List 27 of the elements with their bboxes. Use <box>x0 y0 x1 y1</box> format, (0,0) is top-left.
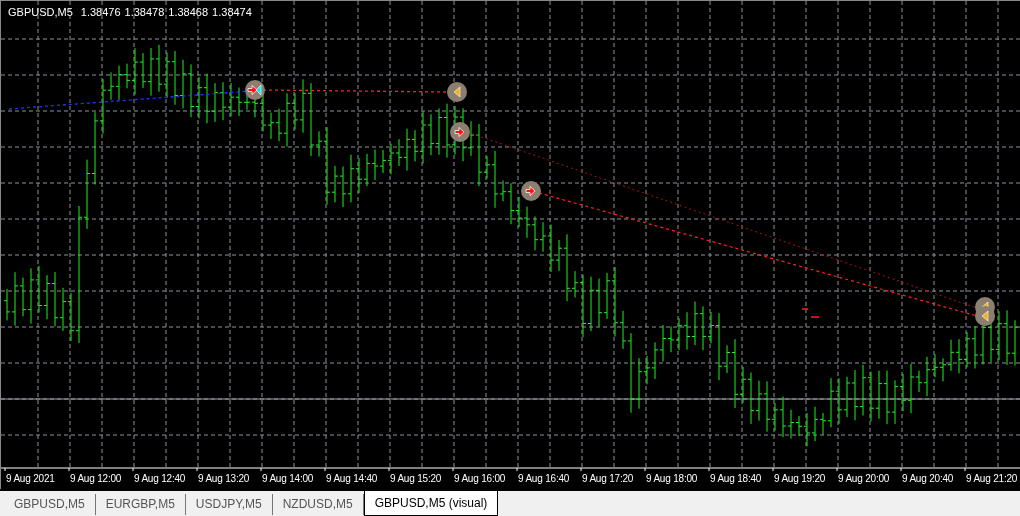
axis-label: 9 Aug 19:20 <box>773 472 827 486</box>
chart-tab[interactable]: GBPUSD,M5 <box>4 494 96 515</box>
price-quote: 1.38474 <box>212 5 252 20</box>
price-quote: 1.38468 <box>168 5 209 20</box>
price-quote: 1.38478 <box>124 5 165 20</box>
axis-label: 9 Aug 18:00 <box>645 472 699 486</box>
axis-label: 9 Aug 15:20 <box>389 472 443 486</box>
axis-label: 9 Aug 20:40 <box>901 472 955 486</box>
axis-label: 9 Aug 12:40 <box>133 472 187 486</box>
axis-label: 9 Aug 21:20 <box>965 472 1019 486</box>
axis-label: 9 Aug 16:40 <box>517 472 571 486</box>
chart-tab[interactable]: NZDUSD,M5 <box>272 494 364 515</box>
axis-label: 9 Aug 16:00 <box>453 472 507 486</box>
axis-label: 9 Aug 18:40 <box>709 472 763 486</box>
axis-label: 9 Aug 13:20 <box>197 472 251 486</box>
chart-tab[interactable]: EURGBP,M5 <box>95 494 186 515</box>
price-quote: 1.38476 <box>80 5 121 20</box>
chart-tab[interactable]: USDJPY,M5 <box>185 494 273 515</box>
axis-label: 9 Aug 14:40 <box>325 472 379 486</box>
axis-label: 9 Aug 12:00 <box>69 472 123 486</box>
order-mark-icon <box>801 308 820 318</box>
symbol-label: GBPUSD,M5 <box>8 5 73 20</box>
axis-label: 9 Aug 20:00 <box>837 472 891 486</box>
axis-label: 9 Aug 14:00 <box>261 472 315 486</box>
chart-tab[interactable]: GBPUSD,M5 (visual) <box>363 491 499 516</box>
axis-label: 9 Aug 17:20 <box>581 472 635 486</box>
axis-label: 9 Aug 2021 <box>5 472 56 486</box>
